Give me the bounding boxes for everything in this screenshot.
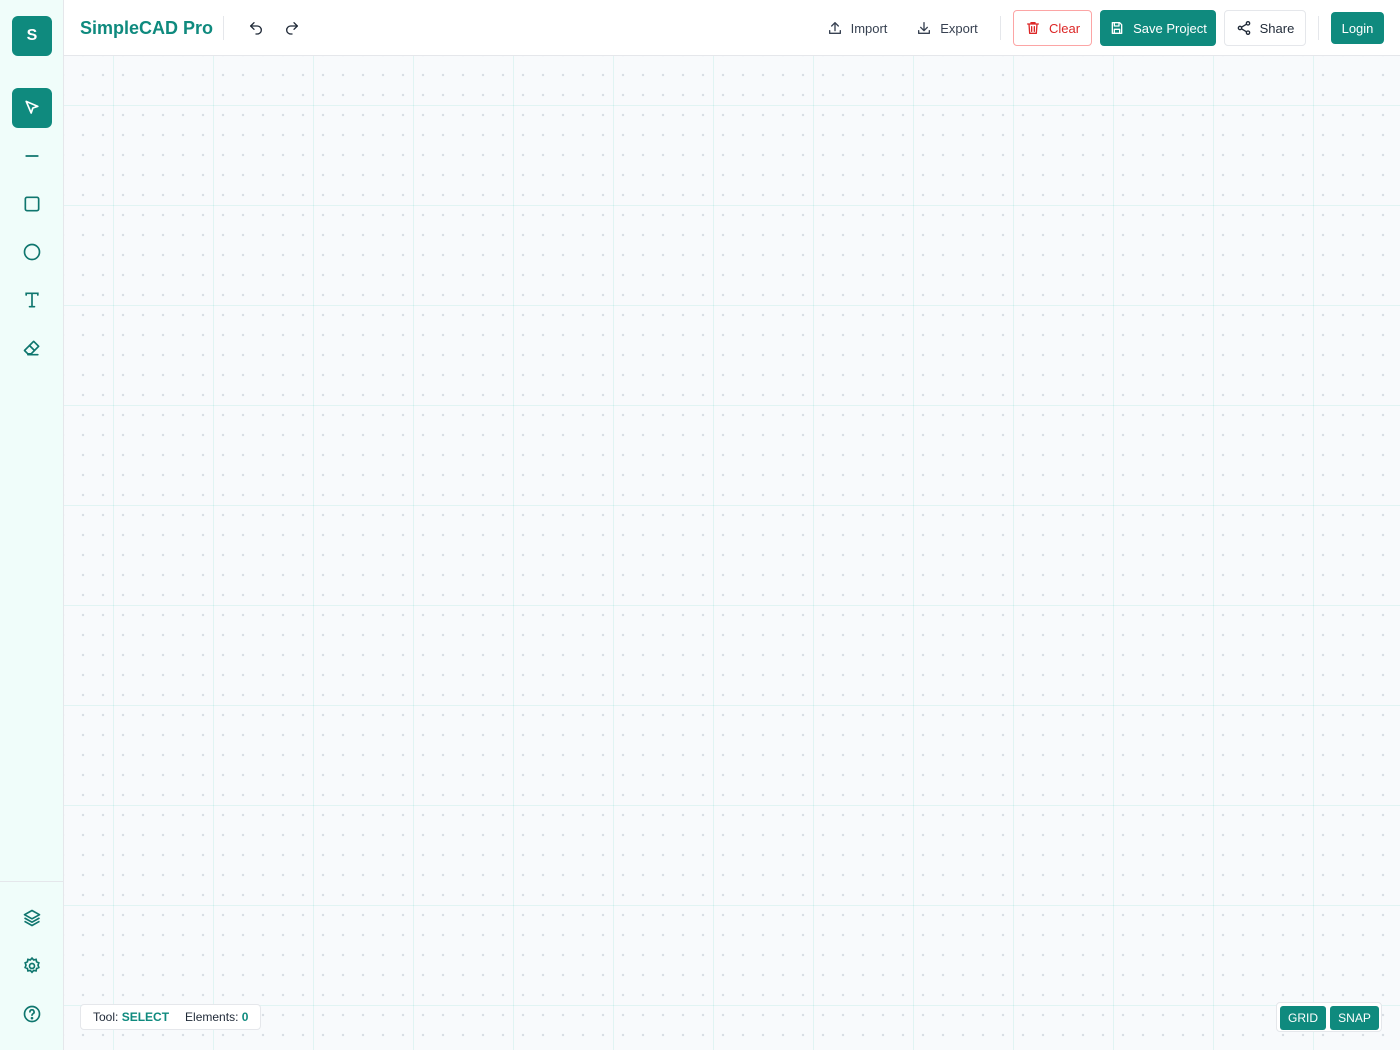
help-button[interactable] bbox=[12, 994, 52, 1034]
settings-button[interactable] bbox=[12, 946, 52, 986]
tool-status: Tool: SELECT bbox=[93, 1010, 169, 1024]
help-circle-icon bbox=[23, 1005, 41, 1023]
toolbar-divider bbox=[1318, 16, 1319, 40]
top-toolbar: SimpleCAD Pro Import Export Clear Save P… bbox=[64, 0, 1400, 56]
square-icon bbox=[24, 196, 40, 212]
tool-status-label: Tool: bbox=[93, 1010, 119, 1024]
elements-status-label: Elements: bbox=[185, 1010, 239, 1024]
app-title: SimpleCAD Pro bbox=[80, 18, 214, 38]
text-icon bbox=[25, 292, 39, 308]
line-tool-button[interactable] bbox=[12, 136, 52, 176]
upload-icon bbox=[828, 22, 841, 34]
save-icon bbox=[1111, 22, 1123, 34]
undo-icon bbox=[250, 22, 262, 35]
text-tool-button[interactable] bbox=[12, 280, 52, 320]
save-project-button[interactable]: Save Project bbox=[1100, 10, 1216, 46]
toolbar-divider bbox=[1000, 16, 1001, 40]
download-icon bbox=[918, 22, 931, 34]
tool-sidebar: S bbox=[0, 0, 64, 1050]
login-button[interactable]: Login bbox=[1331, 12, 1384, 44]
share-button[interactable]: Share bbox=[1224, 10, 1306, 46]
tool-status-value: SELECT bbox=[121, 1010, 170, 1024]
elements-status-value: 0 bbox=[241, 1010, 249, 1024]
import-label: Import bbox=[850, 20, 888, 36]
status-bar: Tool: SELECT Elements: 0 bbox=[80, 1004, 261, 1030]
layers-icon bbox=[23, 909, 41, 927]
eraser-tool-button[interactable] bbox=[12, 328, 52, 368]
circle-tool-button[interactable] bbox=[12, 232, 52, 272]
redo-icon bbox=[286, 22, 298, 35]
save-label: Save Project bbox=[1133, 20, 1207, 36]
trash-icon bbox=[1026, 22, 1039, 34]
drawing-canvas[interactable] bbox=[64, 56, 1400, 1050]
snap-toggle[interactable]: SNAP bbox=[1330, 1006, 1379, 1030]
undo-button[interactable] bbox=[242, 14, 270, 42]
view-toggles: GRID SNAP bbox=[1276, 1002, 1382, 1032]
import-button[interactable]: Import bbox=[817, 10, 897, 46]
redo-button[interactable] bbox=[278, 14, 306, 42]
share-icon bbox=[1237, 21, 1250, 35]
line-icon bbox=[25, 155, 39, 157]
pointer-icon bbox=[25, 100, 39, 114]
sidebar-divider bbox=[0, 881, 63, 882]
grid-toggle[interactable]: GRID bbox=[1280, 1006, 1326, 1030]
export-button[interactable]: Export bbox=[907, 10, 987, 46]
share-label: Share bbox=[1259, 20, 1295, 36]
rectangle-tool-button[interactable] bbox=[12, 184, 52, 224]
gear-icon bbox=[24, 956, 40, 974]
circle-icon bbox=[23, 243, 41, 261]
eraser-icon bbox=[23, 340, 40, 356]
app-logo[interactable]: S bbox=[12, 16, 52, 56]
export-label: Export bbox=[940, 20, 978, 36]
clear-label: Clear bbox=[1048, 20, 1081, 36]
layers-button[interactable] bbox=[12, 898, 52, 938]
clear-button[interactable]: Clear bbox=[1013, 10, 1092, 46]
toolbar-divider bbox=[223, 16, 224, 40]
app-root: S SimpleCAD Pro Import Export Clear Save… bbox=[0, 0, 1400, 1050]
select-tool-button[interactable] bbox=[12, 88, 52, 128]
elements-status: Elements: 0 bbox=[185, 1010, 248, 1024]
